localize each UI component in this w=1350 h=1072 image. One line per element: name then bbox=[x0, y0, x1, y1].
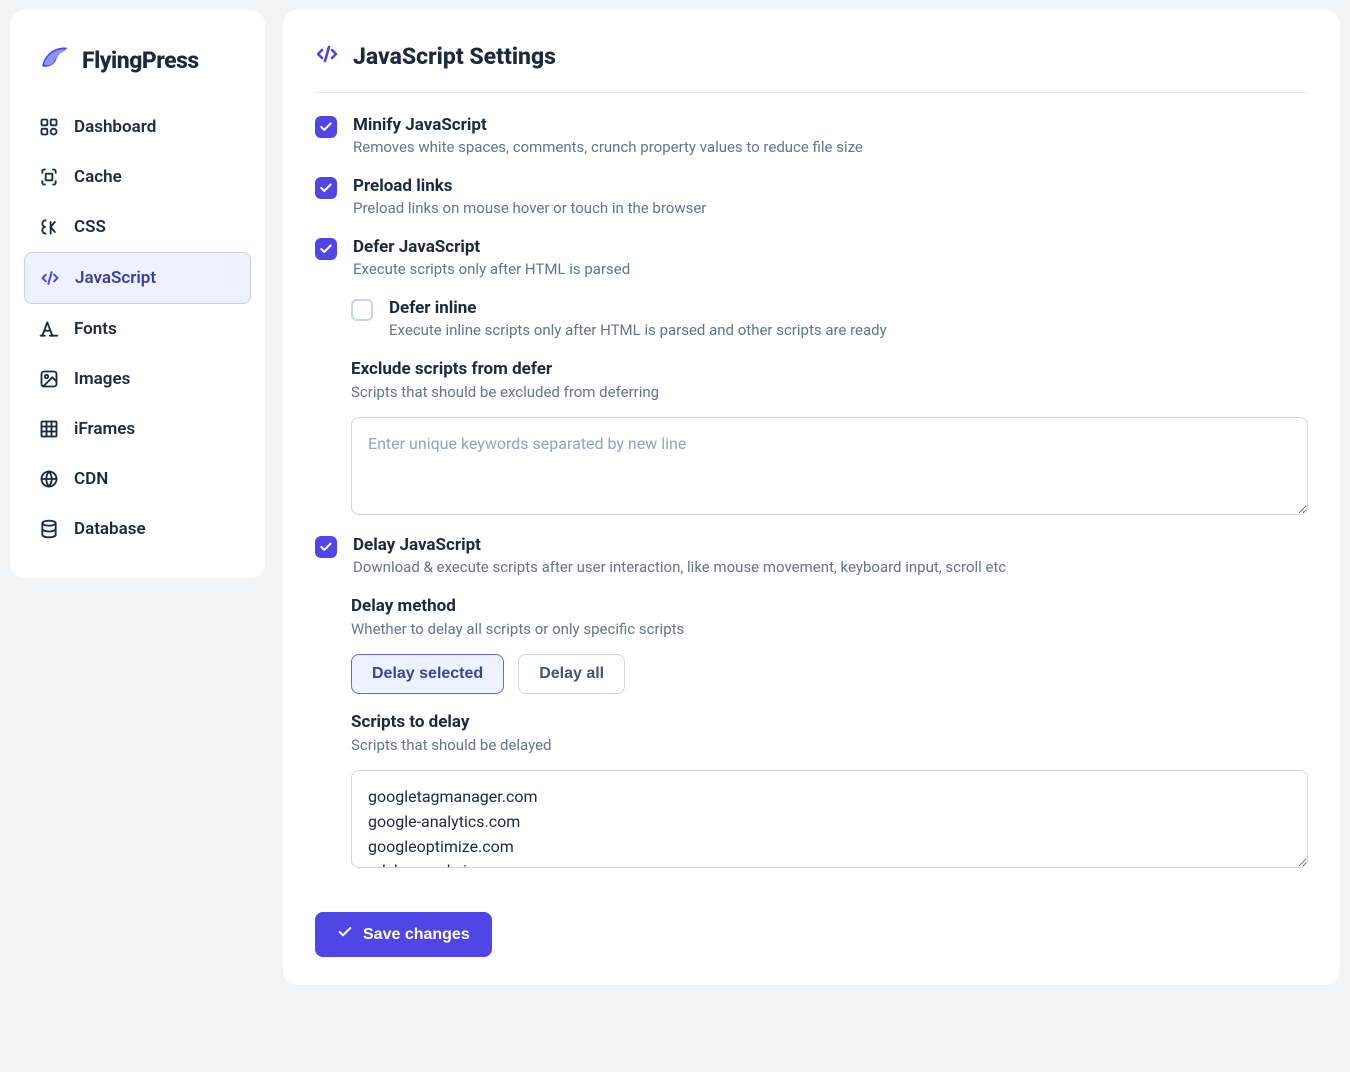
setting-title: Delay method bbox=[351, 596, 1308, 616]
setting-defer: Defer JavaScript Execute scripts only af… bbox=[315, 237, 1308, 280]
setting-title: Defer JavaScript bbox=[353, 237, 1308, 257]
page-title: JavaScript Settings bbox=[353, 43, 556, 70]
brand-name: FlyingPress bbox=[82, 47, 199, 74]
setting-title: Delay JavaScript bbox=[353, 535, 1308, 555]
setting-title: Preload links bbox=[353, 176, 1308, 196]
iframes-icon bbox=[38, 418, 60, 440]
checkbox-minify[interactable] bbox=[315, 116, 337, 138]
setting-title: Minify JavaScript bbox=[353, 115, 1308, 135]
sidebar-item-label: JavaScript bbox=[75, 268, 156, 288]
checkbox-preload[interactable] bbox=[315, 177, 337, 199]
delay-method-buttons: Delay selected Delay all bbox=[351, 654, 1308, 694]
setting-exclude-defer: Exclude scripts from defer Scripts that … bbox=[351, 359, 1308, 519]
setting-desc: Execute scripts only after HTML is parse… bbox=[353, 259, 1308, 280]
setting-desc: Scripts that should be delayed bbox=[351, 735, 1308, 756]
sidebar-item-label: Dashboard bbox=[74, 117, 156, 137]
sidebar-item-label: Database bbox=[74, 519, 146, 539]
delay-all-button[interactable]: Delay all bbox=[518, 654, 625, 694]
setting-delay: Delay JavaScript Download & execute scri… bbox=[315, 535, 1308, 578]
setting-minify: Minify JavaScript Removes white spaces, … bbox=[315, 115, 1308, 158]
sidebar-item-dashboard[interactable]: Dashboard bbox=[24, 102, 251, 152]
sidebar-item-javascript[interactable]: JavaScript bbox=[24, 252, 251, 304]
code-icon bbox=[39, 267, 61, 289]
setting-desc: Whether to delay all scripts or only spe… bbox=[351, 619, 1308, 640]
setting-title: Scripts to delay bbox=[351, 712, 1308, 732]
setting-delay-method: Delay method Whether to delay all script… bbox=[351, 596, 1308, 694]
setting-desc: Scripts that should be excluded from def… bbox=[351, 382, 1308, 403]
sidebar-item-images[interactable]: Images bbox=[24, 354, 251, 404]
dashboard-icon bbox=[38, 116, 60, 138]
setting-desc: Execute inline scripts only after HTML i… bbox=[389, 320, 1308, 341]
scripts-delay-textarea[interactable] bbox=[351, 770, 1308, 868]
setting-desc: Download & execute scripts after user in… bbox=[353, 557, 1308, 578]
exclude-defer-textarea[interactable] bbox=[351, 417, 1308, 515]
setting-title: Defer inline bbox=[389, 298, 1308, 318]
checkbox-defer[interactable] bbox=[315, 238, 337, 260]
fonts-icon bbox=[38, 318, 60, 340]
setting-desc: Removes white spaces, comments, crunch p… bbox=[353, 137, 1308, 158]
setting-title: Exclude scripts from defer bbox=[351, 359, 1308, 379]
sidebar-item-label: Fonts bbox=[74, 319, 117, 339]
sidebar-item-label: Images bbox=[74, 369, 130, 389]
cache-icon bbox=[38, 166, 60, 188]
sidebar-item-iframes[interactable]: iFrames bbox=[24, 404, 251, 454]
sidebar-item-label: iFrames bbox=[74, 419, 135, 439]
checkbox-defer-inline[interactable] bbox=[351, 299, 373, 321]
sidebar-item-cdn[interactable]: CDN bbox=[24, 454, 251, 504]
setting-scripts-delay: Scripts to delay Scripts that should be … bbox=[351, 712, 1308, 872]
delay-selected-button[interactable]: Delay selected bbox=[351, 654, 504, 694]
database-icon bbox=[38, 518, 60, 540]
code-icon bbox=[315, 42, 339, 70]
cdn-icon bbox=[38, 468, 60, 490]
sidebar-item-label: Cache bbox=[74, 167, 122, 187]
sidebar-item-css[interactable]: CSS bbox=[24, 202, 251, 252]
sidebar-item-database[interactable]: Database bbox=[24, 504, 251, 554]
setting-preload: Preload links Preload links on mouse hov… bbox=[315, 176, 1308, 219]
brand-logo: FlyingPress bbox=[24, 40, 251, 102]
check-icon bbox=[337, 924, 353, 945]
brand-icon bbox=[36, 40, 72, 80]
setting-defer-inline: Defer inline Execute inline scripts only… bbox=[351, 298, 1308, 341]
setting-desc: Preload links on mouse hover or touch in… bbox=[353, 198, 1308, 219]
sidebar-item-cache[interactable]: Cache bbox=[24, 152, 251, 202]
css-icon bbox=[38, 216, 60, 238]
sidebar-item-label: CDN bbox=[74, 469, 108, 489]
page-header: JavaScript Settings bbox=[315, 42, 1308, 93]
sidebar: FlyingPress Dashboard Cache CSS JavaScri bbox=[10, 10, 265, 578]
save-button-label: Save changes bbox=[363, 926, 470, 944]
checkbox-delay[interactable] bbox=[315, 536, 337, 558]
sidebar-item-fonts[interactable]: Fonts bbox=[24, 304, 251, 354]
save-button[interactable]: Save changes bbox=[315, 912, 492, 957]
sidebar-item-label: CSS bbox=[74, 217, 106, 237]
images-icon bbox=[38, 368, 60, 390]
main-panel: JavaScript Settings Minify JavaScript Re… bbox=[283, 10, 1340, 985]
